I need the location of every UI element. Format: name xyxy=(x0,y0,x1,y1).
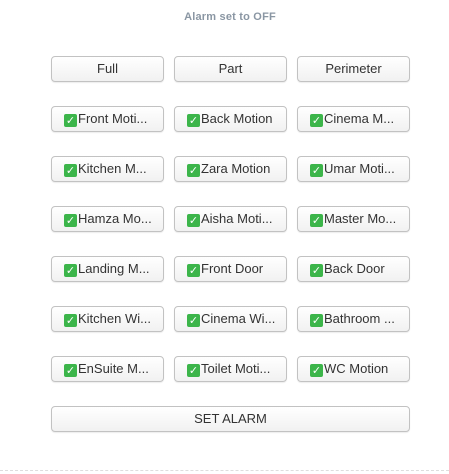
zone-back-motion-button[interactable]: ✓ Back Motion xyxy=(174,106,287,132)
zone-zara-motion-button[interactable]: ✓ Zara Motion xyxy=(174,156,287,182)
zone-landing-motion-button[interactable]: ✓ Landing M... xyxy=(51,256,164,282)
zone-label: Bathroom ... xyxy=(324,311,395,326)
zone-label: EnSuite M... xyxy=(78,361,149,376)
zone-label: Back Door xyxy=(324,261,385,276)
zone-cinema-window-button[interactable]: ✓ Cinema Wi... xyxy=(174,306,287,332)
checkmark-icon: ✓ xyxy=(310,264,323,277)
checkmark-icon: ✓ xyxy=(187,214,200,227)
mode-full-button[interactable]: Full xyxy=(51,56,164,82)
zone-label: Cinema M... xyxy=(324,111,395,126)
zone-front-door-button[interactable]: ✓ Front Door xyxy=(174,256,287,282)
checkmark-icon: ✓ xyxy=(64,314,77,327)
checkmark-icon: ✓ xyxy=(64,214,77,227)
checkmark-icon: ✓ xyxy=(187,314,200,327)
zone-wc-motion-button[interactable]: ✓ WC Motion xyxy=(297,356,410,382)
zone-umar-motion-button[interactable]: ✓ Umar Moti... xyxy=(297,156,410,182)
zone-kitchen-window-button[interactable]: ✓ Kitchen Wi... xyxy=(51,306,164,332)
zone-label: Kitchen M... xyxy=(78,161,147,176)
checkmark-icon: ✓ xyxy=(310,164,323,177)
checkmark-icon: ✓ xyxy=(64,164,77,177)
checkmark-icon: ✓ xyxy=(187,364,200,377)
zone-ensuite-motion-button[interactable]: ✓ EnSuite M... xyxy=(51,356,164,382)
zone-label: Aisha Moti... xyxy=(201,211,273,226)
checkmark-icon: ✓ xyxy=(310,314,323,327)
alarm-status-text: Alarm set to OFF xyxy=(184,11,276,23)
zone-label: Landing M... xyxy=(78,261,150,276)
checkmark-icon: ✓ xyxy=(310,364,323,377)
zone-label: Kitchen Wi... xyxy=(78,311,151,326)
zone-kitchen-motion-button[interactable]: ✓ Kitchen M... xyxy=(51,156,164,182)
zone-cinema-motion-button[interactable]: ✓ Cinema M... xyxy=(297,106,410,132)
zone-label: Front Moti... xyxy=(78,111,148,126)
zone-label: Back Motion xyxy=(201,111,273,126)
set-alarm-button[interactable]: SET ALARM xyxy=(51,406,410,432)
zone-front-motion-button[interactable]: ✓ Front Moti... xyxy=(51,106,164,132)
zone-hamza-motion-button[interactable]: ✓ Hamza Mo... xyxy=(51,206,164,232)
zone-label: Front Door xyxy=(201,261,264,276)
checkmark-icon: ✓ xyxy=(64,114,77,127)
zone-back-door-button[interactable]: ✓ Back Door xyxy=(297,256,410,282)
zone-label: Umar Moti... xyxy=(324,161,395,176)
zone-label: Cinema Wi... xyxy=(201,311,276,326)
zone-label: Hamza Mo... xyxy=(78,211,152,226)
checkmark-icon: ✓ xyxy=(187,114,200,127)
zone-bathroom-button[interactable]: ✓ Bathroom ... xyxy=(297,306,410,332)
mode-part-button[interactable]: Part xyxy=(174,56,287,82)
mode-perimeter-button[interactable]: Perimeter xyxy=(297,56,410,82)
zone-label: Master Mo... xyxy=(324,211,397,226)
checkmark-icon: ✓ xyxy=(64,264,77,277)
checkmark-icon: ✓ xyxy=(310,214,323,227)
checkmark-icon: ✓ xyxy=(187,264,200,277)
zone-label: Toilet Moti... xyxy=(201,361,271,376)
checkmark-icon: ✓ xyxy=(64,364,77,377)
checkmark-icon: ✓ xyxy=(310,114,323,127)
zone-label: Zara Motion xyxy=(201,161,271,176)
zone-label: WC Motion xyxy=(324,361,389,376)
zone-master-motion-button[interactable]: ✓ Master Mo... xyxy=(297,206,410,232)
checkmark-icon: ✓ xyxy=(187,164,200,177)
bottom-divider xyxy=(0,470,449,471)
zone-aisha-motion-button[interactable]: ✓ Aisha Moti... xyxy=(174,206,287,232)
zone-toilet-motion-button[interactable]: ✓ Toilet Moti... xyxy=(174,356,287,382)
